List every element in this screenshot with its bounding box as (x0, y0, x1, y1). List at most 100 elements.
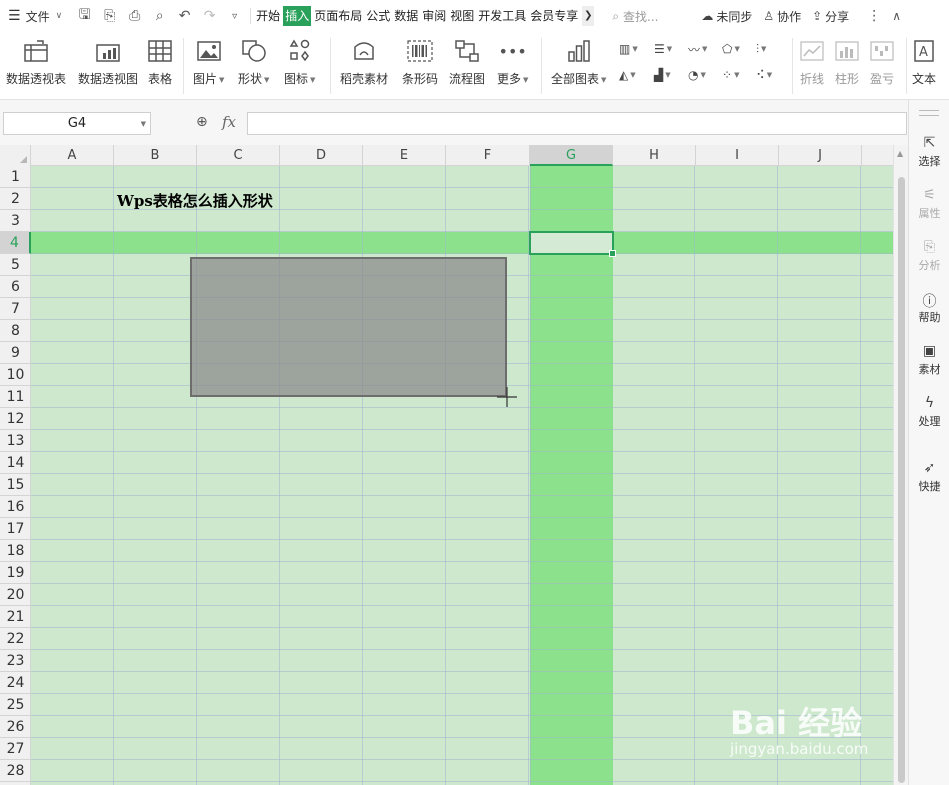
active-cell-g4[interactable] (529, 231, 616, 257)
column-header[interactable]: I (696, 145, 779, 166)
text-button[interactable]: A 文本 (912, 36, 936, 87)
side-quick-button[interactable]: ➶ 快捷 (909, 460, 949, 494)
flowchart-button[interactable]: 流程图 (449, 36, 485, 87)
row-header[interactable]: 1 (0, 166, 31, 188)
row-header[interactable]: 27 (0, 738, 31, 760)
sparkline-column-button[interactable]: 柱形 (835, 36, 859, 87)
formula-input[interactable] (247, 112, 907, 135)
more-button[interactable]: ••• 更多 ▼ (497, 36, 528, 87)
side-process-button[interactable]: ϟ 处理 (909, 395, 949, 429)
column-header[interactable]: B (114, 145, 197, 166)
row-header[interactable]: 24 (0, 672, 31, 694)
file-menu-button[interactable]: ☰ 文件 ∨ (0, 0, 62, 32)
row-header[interactable]: 22 (0, 628, 31, 650)
row-header[interactable]: 9 (0, 342, 31, 364)
bar-chart-button[interactable]: ☰ ▼ (654, 40, 672, 58)
row-header[interactable]: 18 (0, 540, 31, 562)
collaborate-button[interactable]: ♙ 协作 (763, 8, 801, 25)
side-material-button[interactable]: ▣ 素材 (909, 343, 949, 377)
docer-material-button[interactable]: 稻壳素材 (340, 36, 388, 87)
print-icon[interactable]: ⎙ (122, 8, 147, 24)
row-header[interactable]: 20 (0, 584, 31, 606)
area-chart-button[interactable]: ◭ ▼ (619, 66, 636, 84)
column-header[interactable]: H (613, 145, 696, 166)
side-help-button[interactable]: ⓘ 帮助 (909, 291, 949, 325)
row-header[interactable]: 14 (0, 452, 31, 474)
redo-icon[interactable]: ↷ (197, 8, 222, 24)
pivot-chart-button[interactable]: 数据透视图 (78, 36, 138, 87)
collapse-ribbon-icon[interactable]: ∧ (892, 9, 901, 23)
row-header-selected[interactable]: 4 (0, 232, 31, 254)
cell-b2-title[interactable]: Wps表格怎么插入形状 (117, 190, 273, 211)
name-box[interactable]: G4 ▼ (3, 112, 151, 135)
column-header[interactable] (862, 145, 893, 166)
row-header[interactable]: 10 (0, 364, 31, 386)
barcode-button[interactable]: 条形码 (402, 36, 438, 87)
table-button[interactable]: 表格 (148, 36, 172, 87)
picture-button[interactable]: 图片 ▼ (193, 36, 224, 87)
side-select-button[interactable]: ⇱ 选择 (909, 135, 949, 169)
all-charts-button[interactable]: 全部图表 ▼ (551, 36, 606, 87)
tab-review[interactable]: 审阅 (421, 6, 447, 26)
row-header[interactable]: 3 (0, 210, 31, 232)
print-preview-icon[interactable]: ⌕ (147, 8, 172, 24)
tab-view[interactable]: 视图 (449, 6, 475, 26)
row-header[interactable]: 7 (0, 298, 31, 320)
undo-icon[interactable]: ↶ (172, 8, 197, 24)
more-options-icon[interactable]: ⋮ (864, 8, 884, 24)
tab-data[interactable]: 数据 (393, 6, 419, 26)
tab-insert[interactable]: 插入 (283, 6, 312, 26)
column-chart-button[interactable]: ▥ ▼ (619, 40, 638, 58)
save-icon[interactable]: 🖫 (72, 4, 97, 28)
row-header[interactable]: 26 (0, 716, 31, 738)
export-pdf-icon[interactable]: ⎘ (97, 8, 122, 24)
column-header[interactable]: F (446, 145, 530, 166)
tab-page-layout[interactable]: 页面布局 (313, 6, 363, 26)
row-header[interactable]: 23 (0, 650, 31, 672)
select-all-button[interactable] (0, 145, 31, 166)
share-button[interactable]: ⇪ 分享 (812, 8, 849, 25)
row-header[interactable]: 16 (0, 496, 31, 518)
row-header[interactable]: 17 (0, 518, 31, 540)
tab-developer[interactable]: 开发工具 (477, 6, 527, 26)
row-header[interactable]: 13 (0, 430, 31, 452)
tabs-scroll-right-icon[interactable]: ❯ (582, 6, 595, 26)
sparkline-line-button[interactable]: 折线 (800, 36, 824, 87)
row-header[interactable]: 12 (0, 408, 31, 430)
inserted-rectangle-shape[interactable] (190, 257, 507, 397)
row-header[interactable]: 5 (0, 254, 31, 276)
pivot-table-button[interactable]: 数据透视表 (6, 36, 66, 87)
icon-button[interactable]: 图标 ▼ (284, 36, 315, 87)
insert-function-button[interactable]: fx (222, 113, 236, 131)
pie-chart-button[interactable]: ◔ ▼ (688, 66, 706, 84)
row-header[interactable]: 15 (0, 474, 31, 496)
row-header[interactable]: 21 (0, 606, 31, 628)
combo-chart-button[interactable]: ▟ ▼ (654, 66, 671, 84)
side-analysis-button[interactable]: ⎘ 分析 (909, 239, 949, 273)
row-header[interactable]: 11 (0, 386, 31, 408)
zoom-icon[interactable]: ⊕ (196, 114, 208, 130)
bubble-chart-button[interactable]: ⠪ ▼ (756, 66, 772, 84)
row-header[interactable]: 25 (0, 694, 31, 716)
line-chart-button[interactable]: 〰 ▼ (688, 40, 707, 58)
column-header[interactable]: A (31, 145, 114, 166)
tab-member[interactable]: 会员专享 (529, 6, 579, 26)
column-header[interactable]: J (779, 145, 862, 166)
stock-chart-button[interactable]: ⫶ ▼ (756, 40, 766, 58)
column-header[interactable]: D (280, 145, 363, 166)
row-header[interactable]: 6 (0, 276, 31, 298)
tab-formulas[interactable]: 公式 (365, 6, 391, 26)
sync-status-button[interactable]: ☁ 未同步 (701, 8, 752, 25)
radar-chart-button[interactable]: ⬠ ▼ (722, 40, 740, 58)
column-header[interactable]: C (197, 145, 280, 166)
row-header[interactable]: 8 (0, 320, 31, 342)
tab-home[interactable]: 开始 (255, 6, 281, 26)
row-header[interactable]: 28 (0, 760, 31, 782)
scatter-chart-button[interactable]: ⁘ ▼ (722, 66, 739, 84)
customize-toolbar-icon[interactable]: ▿ (222, 11, 247, 22)
search-box[interactable]: ⌕ 查找... (612, 8, 697, 25)
row-header[interactable]: 19 (0, 562, 31, 584)
scroll-up-icon[interactable]: ▲ (897, 149, 903, 158)
shape-button[interactable]: 形状 ▼ (238, 36, 269, 87)
row-header[interactable]: 2 (0, 188, 31, 210)
